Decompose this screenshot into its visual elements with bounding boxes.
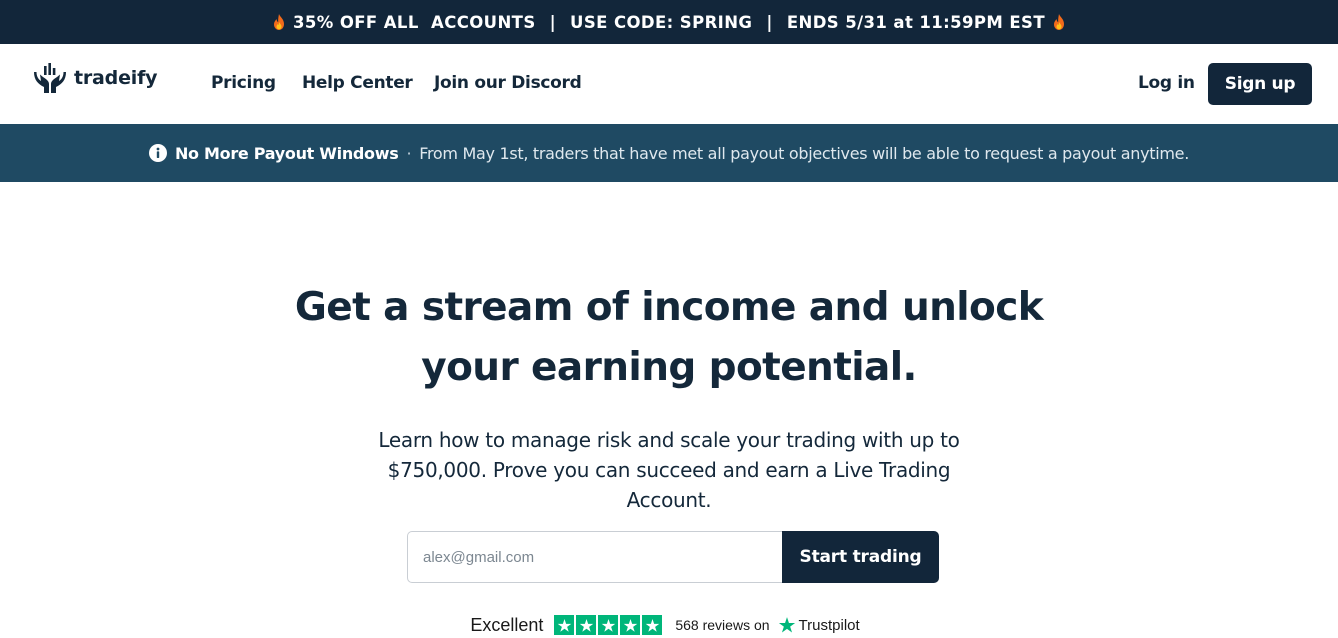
star-icon [598, 615, 619, 635]
hero-headline-line2: your earning potential. [421, 345, 917, 390]
announcement-bar: No More Payout Windows · From May 1st, t… [0, 124, 1338, 182]
info-icon [148, 144, 167, 162]
trustpilot-star-icon [778, 617, 795, 633]
announcement-message: From May 1st, traders that have met all … [419, 143, 1190, 163]
star-icon [554, 615, 575, 635]
brand-name: tradeify [74, 67, 158, 89]
email-input[interactable] [407, 531, 783, 583]
hands-chart-icon [34, 63, 66, 93]
start-trading-button[interactable]: Start trading [782, 531, 939, 583]
trustpilot-widget[interactable]: Excellent 568 reviews on Trustpilot [0, 612, 1338, 638]
promo-separator: | [766, 12, 773, 32]
promo-separator: | [549, 12, 557, 32]
star-icon [642, 615, 663, 635]
promo-offer: 35% OFF ALL ACCOUNTS [293, 12, 536, 32]
trustpilot-review-count: 568 reviews on [675, 617, 770, 633]
nav-link-discord[interactable]: Join our Discord [434, 73, 582, 93]
promo-banner: 35% OFF ALL ACCOUNTS | USE CODE: SPRING … [0, 0, 1338, 44]
star-icon [576, 615, 597, 635]
trustpilot-stars [554, 615, 663, 635]
trustpilot-logo: Trustpilot [778, 616, 860, 634]
nav-link-pricing[interactable]: Pricing [211, 73, 276, 93]
top-navigation: tradeify Pricing Help Center Join our Di… [0, 44, 1338, 124]
hero-headline: Get a stream of income and unlock your e… [269, 278, 1069, 398]
nav-link-help-center[interactable]: Help Center [302, 73, 413, 93]
hero-subtext: Learn how to manage risk and scale your … [378, 428, 960, 512]
announcement-separator: · [406, 143, 412, 163]
signup-button[interactable]: Sign up [1208, 63, 1312, 105]
promo-code: USE CODE: SPRING [570, 12, 753, 32]
trustpilot-brand: Trustpilot [798, 616, 860, 634]
brand-logo[interactable]: tradeify [32, 60, 158, 96]
login-link[interactable]: Log in [1138, 73, 1195, 93]
fire-icon [1053, 14, 1064, 30]
fire-icon [274, 14, 284, 30]
announcement-title: No More Payout Windows [174, 143, 399, 163]
star-icon [620, 615, 641, 635]
promo-deadline: ENDS 5/31 at 11:59PM EST [786, 12, 1045, 32]
trustpilot-rating-text: Excellent [470, 614, 544, 635]
hero-headline-line1: Get a stream of income and unlock [294, 285, 1044, 330]
